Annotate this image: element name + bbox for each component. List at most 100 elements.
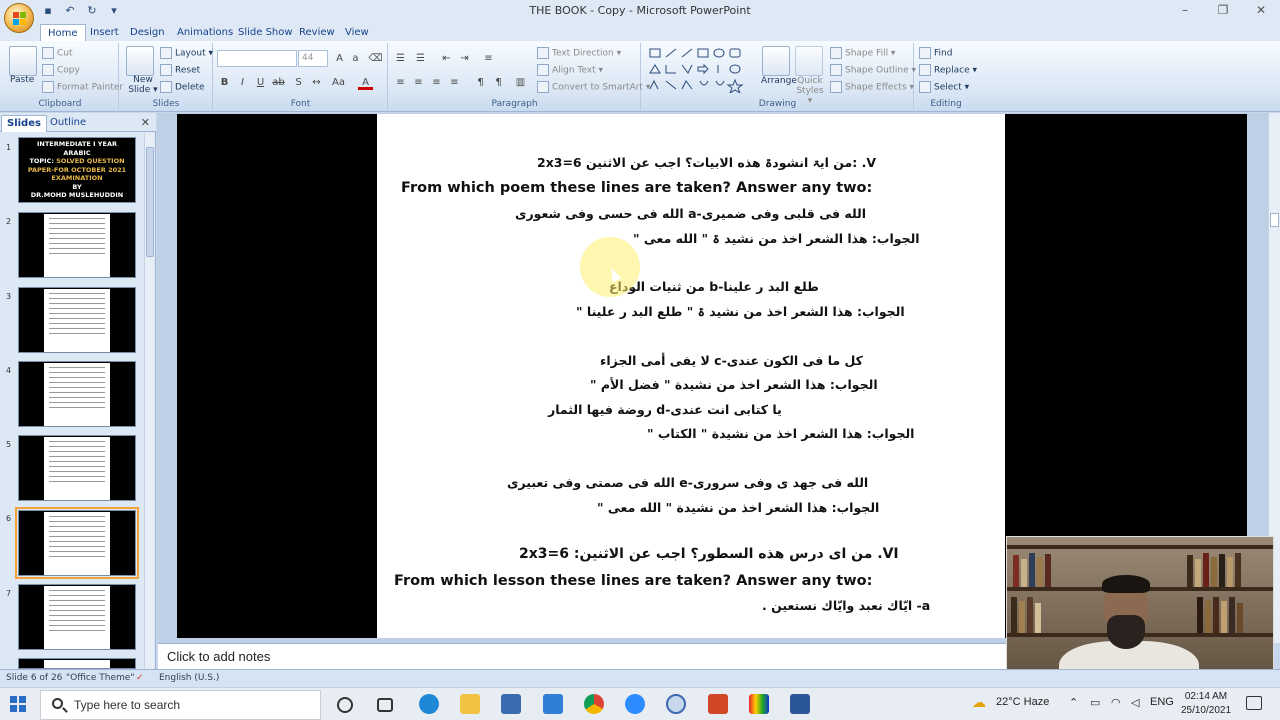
wifi-icon[interactable]: ◠ [1111, 696, 1121, 709]
edge-icon[interactable] [419, 694, 439, 714]
shape-effects-button[interactable]: Shape Effects ▾ [830, 81, 914, 93]
close-button[interactable]: ✕ [1242, 0, 1280, 22]
slide-thumbnail-8[interactable] [18, 658, 136, 669]
font-color-icon[interactable]: A [358, 75, 373, 90]
columns-icon[interactable]: ▥ [513, 75, 528, 90]
grow-font-icon[interactable]: A [332, 51, 347, 66]
copy-button[interactable]: Copy [42, 64, 80, 76]
zoom-icon[interactable] [625, 694, 645, 714]
clear-format-icon[interactable]: ⌫ [368, 51, 383, 66]
slide-thumbnail-6[interactable] [15, 507, 139, 579]
reset-button[interactable]: Reset [160, 64, 200, 76]
system-clock[interactable]: 02:14 AM 25/10/2021 [1176, 690, 1236, 718]
store-icon[interactable] [501, 694, 521, 714]
ltr-icon[interactable]: ¶ [491, 75, 506, 90]
format-painter-button[interactable]: Format Painter [42, 81, 123, 93]
replace-button[interactable]: Replace ▾ [919, 64, 977, 76]
slide-thumbnail-4[interactable] [18, 361, 136, 427]
slide-thumbnail-3[interactable] [18, 287, 136, 353]
tab-slide-show[interactable]: Slide Show [231, 24, 300, 41]
underline-icon[interactable]: U [253, 75, 268, 90]
align-center-icon[interactable]: ≡ [411, 75, 426, 90]
strikethrough-icon[interactable]: ab [271, 75, 286, 90]
slide-number: 5 [6, 440, 12, 449]
bullets-icon[interactable]: ☰ [393, 51, 408, 66]
recorder-icon[interactable] [666, 694, 686, 714]
slide-thumbnail-5[interactable] [18, 435, 136, 501]
change-case-icon[interactable]: Aa [331, 75, 346, 90]
align-right-icon[interactable]: ≡ [429, 75, 444, 90]
quick-styles-icon[interactable] [795, 46, 823, 76]
item-e-answer: " الجواب: هذا الشعر اخذ من نشيدة " الله … [597, 500, 880, 515]
close-icon[interactable]: ✕ [141, 116, 150, 129]
notes-pane[interactable]: Click to add notes [158, 643, 1008, 669]
new-slide-button[interactable]: New Slide ▾ [128, 75, 158, 95]
text-direction-button[interactable]: Text Direction ▾ [537, 47, 621, 59]
chevron-up-icon[interactable]: ⌃ [1069, 696, 1078, 709]
windows-start-icon[interactable] [10, 696, 26, 712]
italic-icon[interactable]: I [235, 75, 250, 90]
app-grid-icon[interactable] [749, 694, 769, 714]
tab-insert[interactable]: Insert [83, 24, 126, 41]
paste-button[interactable]: Paste [10, 75, 34, 85]
arrange-button[interactable]: Arrange [761, 76, 797, 86]
bold-icon[interactable]: B [217, 75, 232, 90]
shape-outline-button[interactable]: Shape Outline ▾ [830, 64, 916, 76]
taskbar-search[interactable]: Type here to search [40, 690, 321, 720]
convert-smartart-button[interactable]: Convert to SmartArt ▾ [537, 81, 650, 93]
line-spacing-icon[interactable]: ≡ [481, 51, 496, 66]
font-name-box[interactable] [217, 50, 297, 67]
slide-thumbnail-1[interactable]: INTERMEDIATE I YEAR ARABIC TOPIC: SOLVED… [18, 137, 136, 203]
weather-text[interactable]: 22°C Haze [996, 696, 1049, 708]
select-button[interactable]: Select ▾ [919, 81, 969, 93]
tab-animations[interactable]: Animations [170, 24, 240, 41]
tab-slides-panel[interactable]: Slides [1, 115, 47, 132]
align-left-icon[interactable]: ≡ [393, 75, 408, 90]
file-explorer-icon[interactable] [460, 694, 480, 714]
powerpoint-icon[interactable] [708, 694, 728, 714]
shapes-gallery-icon[interactable] [648, 47, 752, 93]
panel-scrollbar[interactable] [144, 133, 154, 669]
mail-icon[interactable] [543, 694, 563, 714]
maximize-button[interactable]: ❐ [1204, 0, 1242, 22]
notification-icon[interactable] [1246, 696, 1262, 710]
cortana-icon[interactable] [337, 697, 353, 713]
office-button[interactable] [4, 3, 34, 33]
slide-thumbnail-2[interactable] [18, 212, 136, 278]
chrome-icon[interactable] [584, 694, 604, 714]
spellcheck-icon[interactable]: ✓ [136, 673, 144, 683]
delete-button[interactable]: Delete [160, 81, 205, 93]
weather-icon[interactable]: ☁ [972, 694, 986, 711]
language-tray[interactable]: ENG [1150, 696, 1174, 708]
layout-button[interactable]: Layout ▾ [160, 47, 213, 59]
tab-review[interactable]: Review [292, 24, 342, 41]
shadow-icon[interactable]: S [291, 75, 306, 90]
task-view-icon[interactable] [377, 698, 393, 712]
slide-thumbnail-7[interactable] [18, 584, 136, 650]
increase-indent-icon[interactable]: ⇥ [457, 51, 472, 66]
minimize-button[interactable]: – [1166, 0, 1204, 22]
new-slide-icon[interactable] [126, 46, 154, 76]
numbering-icon[interactable]: ☰ [413, 51, 428, 66]
cut-button[interactable]: Cut [42, 47, 73, 59]
align-text-button[interactable]: Align Text ▾ [537, 64, 603, 76]
tab-home[interactable]: Home [40, 24, 86, 41]
justify-icon[interactable]: ≡ [447, 75, 462, 90]
shrink-font-icon[interactable]: a [348, 51, 363, 66]
rtl-icon[interactable]: ¶ [473, 75, 488, 90]
font-size-box[interactable]: 44 [298, 50, 328, 67]
decrease-indent-icon[interactable]: ⇤ [439, 51, 454, 66]
paste-icon[interactable] [9, 46, 37, 76]
arrange-icon[interactable] [762, 46, 790, 76]
spacing-icon[interactable]: ↔ [309, 75, 324, 90]
tab-view[interactable]: View [338, 24, 376, 41]
language-indicator[interactable]: English (U.S.) [159, 673, 219, 683]
find-button[interactable]: Find [919, 47, 952, 59]
volume-icon[interactable]: ◁ [1131, 696, 1139, 709]
shape-fill-button[interactable]: Shape Fill ▾ [830, 47, 895, 59]
slide-counter: Slide 6 of 26 [6, 673, 63, 683]
battery-icon[interactable]: ▭ [1090, 696, 1100, 709]
word-icon[interactable] [790, 694, 810, 714]
tab-outline-panel[interactable]: Outline [45, 115, 91, 132]
tab-design[interactable]: Design [123, 24, 172, 41]
